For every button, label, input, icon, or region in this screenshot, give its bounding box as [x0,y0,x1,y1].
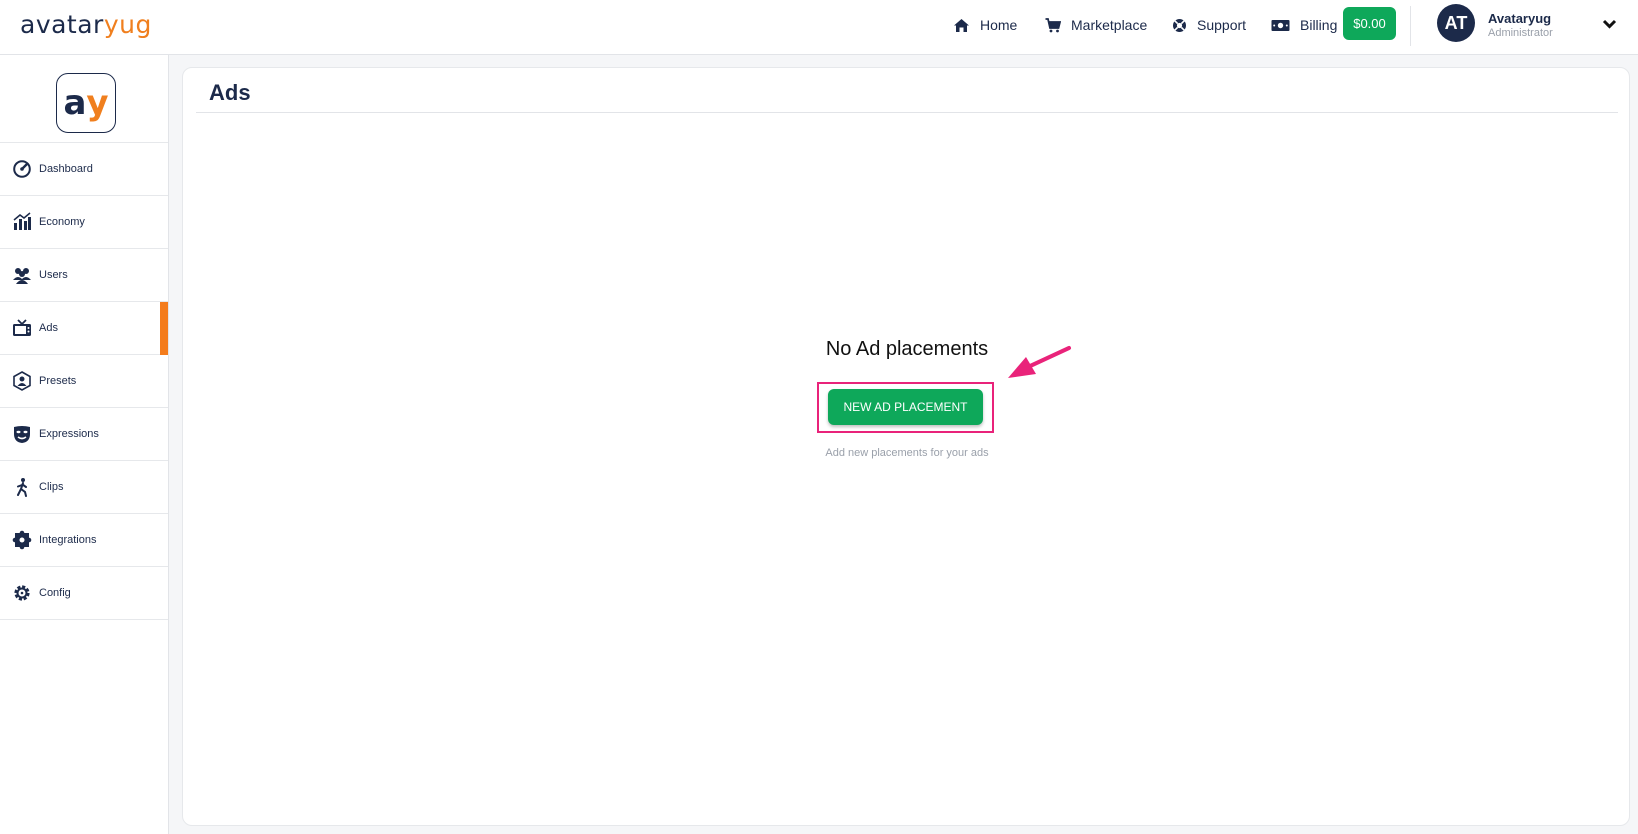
app-logo[interactable]: ay [56,73,116,133]
sidebar-item-label: Clips [39,481,64,493]
nav-billing[interactable]: Billing [1271,0,1337,50]
nav-home-label: Home [980,17,1018,33]
sidebar-item-label: Dashboard [39,163,93,175]
lifebuoy-icon [1173,18,1186,32]
sidebar-item-label: Ads [39,322,58,334]
nav-support[interactable]: Support [1172,0,1246,50]
cart-icon [1045,17,1061,32]
brand-logo[interactable]: avataryug [20,10,152,39]
sidebar-item-label: Economy [39,216,85,228]
user-role: Administrator [1488,27,1553,39]
sidebar-item-label: Expressions [39,428,99,440]
users-icon [13,268,31,284]
chevron-down-icon[interactable] [1602,18,1617,30]
sidebar-item-economy[interactable]: Economy [0,196,168,249]
sidebar-item-users[interactable]: Users [0,249,168,302]
sidebar-item-dashboard[interactable]: Dashboard [0,143,168,196]
page-title: Ads [209,80,251,105]
home-icon [954,18,969,32]
top-bar: avataryug Home Marketplace Support Billi… [0,0,1638,55]
sidebar-item-label: Integrations [39,534,97,546]
avatar[interactable]: AT [1437,4,1475,42]
title-divider [196,112,1618,113]
presets-icon [13,371,31,391]
sidebar: ay Dashboard Economy Users Ads Presets E… [0,55,169,834]
user-name: Avataryug [1488,11,1552,26]
nav-marketplace[interactable]: Marketplace [1045,0,1147,50]
nav-marketplace-label: Marketplace [1071,17,1148,33]
walking-icon [17,478,27,497]
sidebar-item-label: Presets [39,375,77,387]
money-icon [1271,19,1290,31]
new-ad-placement-button[interactable]: NEW AD PLACEMENT [828,389,983,425]
empty-state-subtitle: Add new placements for your ads [825,447,989,459]
gauge-icon [13,160,31,178]
sidebar-item-config[interactable]: Config [0,567,168,620]
sidebar-item-label: Users [39,269,68,281]
empty-state-title: No Ad placements [825,338,989,360]
sidebar-item-ads[interactable]: Ads [0,302,168,355]
gear-icon [14,585,30,601]
sidebar-item-integrations[interactable]: Integrations [0,514,168,567]
main-card: Ads No Ad placements NEW AD PLACEMENT Ad… [182,67,1630,826]
sidebar-item-expressions[interactable]: Expressions [0,408,168,461]
balance-badge[interactable]: $0.00 [1343,7,1396,40]
puzzle-icon [12,530,32,550]
sidebar-item-presets[interactable]: Presets [0,355,168,408]
nav-home[interactable]: Home [953,0,1017,50]
sidebar-menu: Dashboard Economy Users Ads Presets Expr… [0,142,168,620]
header-divider [1410,6,1411,46]
mask-icon [14,426,30,443]
nav-support-label: Support [1197,17,1247,33]
nav-billing-label: Billing [1300,17,1338,33]
sidebar-item-clips[interactable]: Clips [0,461,168,514]
tv-icon [13,319,31,336]
chart-icon [13,212,31,230]
sidebar-item-label: Config [39,587,71,599]
annotation-arrow-icon [1008,346,1071,378]
